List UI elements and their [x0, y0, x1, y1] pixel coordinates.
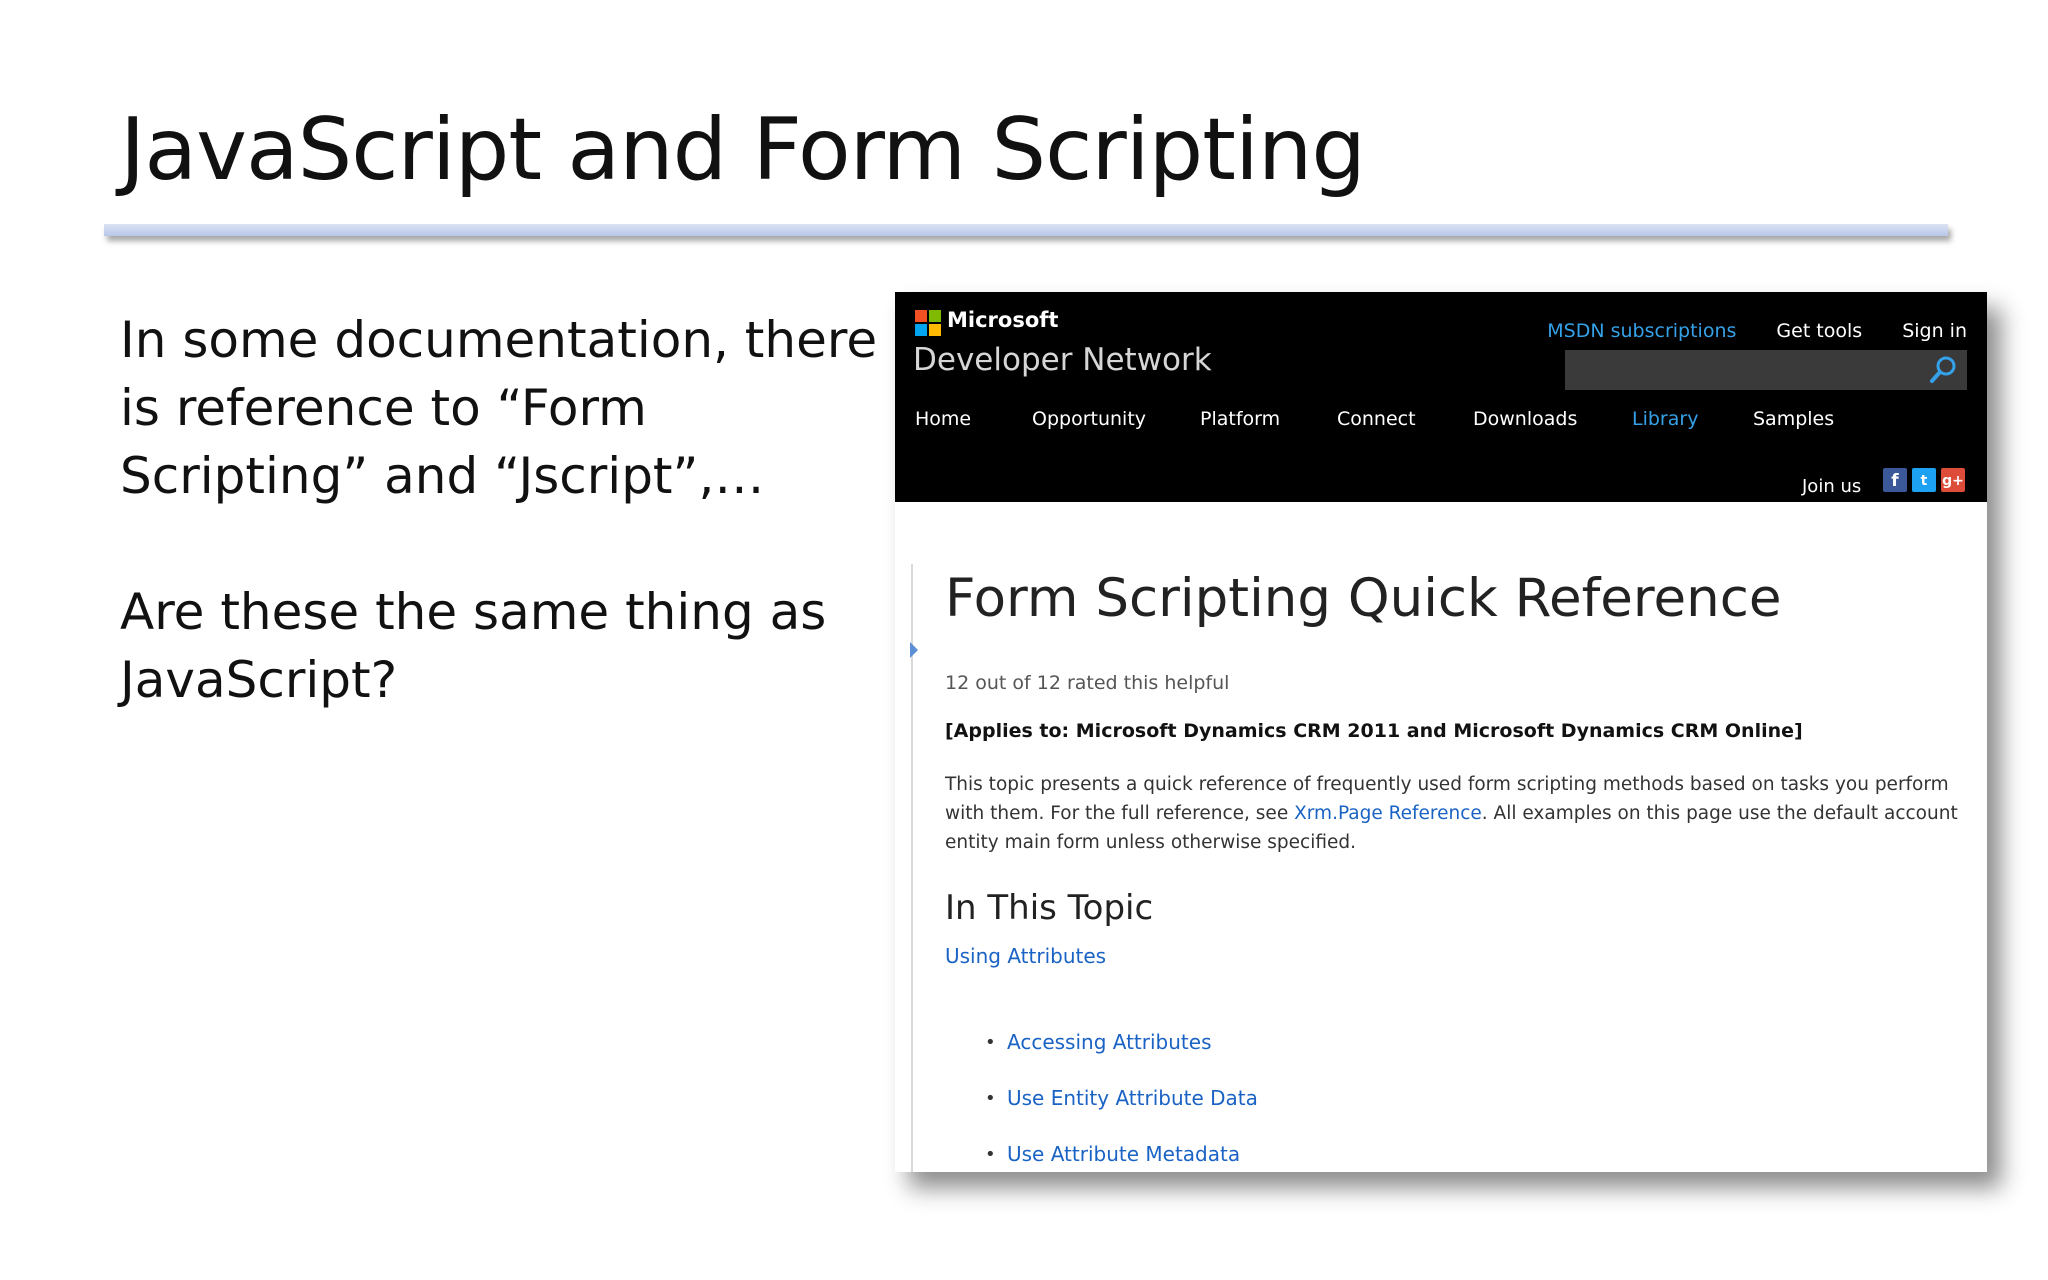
get-tools-link[interactable]: Get tools — [1776, 320, 1862, 342]
nav-platform[interactable]: Platform — [1200, 408, 1280, 430]
main-nav: Home Opportunity Platform Connect Downlo… — [895, 408, 1987, 438]
microsoft-logo-icon — [915, 310, 941, 336]
in-this-topic-heading: In This Topic — [945, 888, 1154, 928]
title-underline — [104, 224, 1948, 236]
use-entity-attribute-data-link[interactable]: Use Entity Attribute Data — [1007, 1086, 1258, 1110]
search-input[interactable] — [1565, 350, 1967, 390]
twitter-icon[interactable]: t — [1912, 468, 1936, 492]
list-item: • Use Attribute Metadata — [985, 1126, 1258, 1172]
list-item: • Accessing Attributes — [985, 1014, 1258, 1070]
join-us-label: Join us — [1802, 476, 1862, 497]
google-plus-icon[interactable]: g+ — [1941, 468, 1965, 492]
facebook-icon[interactable]: f — [1883, 468, 1907, 492]
msdn-header: Microsoft Developer Network MSDN subscri… — [895, 292, 1987, 502]
nav-home[interactable]: Home — [915, 408, 971, 430]
slide-title: JavaScript and Form Scripting — [120, 100, 1366, 200]
nav-samples[interactable]: Samples — [1753, 408, 1834, 430]
article-title: Form Scripting Quick Reference — [945, 568, 1782, 629]
slide-paragraph-2: Are these the same thing as JavaScript? — [120, 583, 827, 709]
msdn-screenshot: Microsoft Developer Network MSDN subscri… — [895, 292, 1987, 1172]
using-attributes-link[interactable]: Using Attributes — [945, 944, 1106, 968]
helpful-rating: 12 out of 12 rated this helpful — [945, 672, 1230, 694]
bullet-icon: • — [985, 1087, 996, 1109]
search-icon[interactable] — [1927, 354, 1959, 386]
accessing-attributes-link[interactable]: Accessing Attributes — [1007, 1030, 1211, 1054]
sub-topic-list: • Accessing Attributes • Use Entity Attrib… — [985, 1014, 1258, 1172]
bullet-icon: • — [985, 1031, 996, 1053]
top-links: MSDN subscriptions Get tools Sign in — [1547, 320, 1967, 342]
sign-in-link[interactable]: Sign in — [1902, 320, 1967, 342]
xrm-page-reference-link[interactable]: Xrm.Page Reference — [1294, 803, 1482, 824]
intro-paragraph: This topic presents a quick reference of… — [945, 770, 1975, 857]
microsoft-brand[interactable]: Microsoft — [947, 308, 1058, 332]
nav-downloads[interactable]: Downloads — [1473, 408, 1577, 430]
msdn-subscriptions-link[interactable]: MSDN subscriptions — [1547, 320, 1736, 342]
developer-network-title[interactable]: Developer Network — [913, 342, 1212, 378]
use-attribute-metadata-link[interactable]: Use Attribute Metadata — [1007, 1142, 1240, 1166]
nav-opportunity[interactable]: Opportunity — [1032, 408, 1146, 430]
slide-paragraph-1: In some documentation, there is referenc… — [120, 311, 878, 505]
list-item: • Use Entity Attribute Data — [985, 1070, 1258, 1126]
expand-toc-icon[interactable] — [910, 642, 918, 658]
nav-library[interactable]: Library — [1632, 408, 1698, 430]
applies-to: [Applies to: Microsoft Dynamics CRM 2011… — [945, 720, 1803, 742]
nav-connect[interactable]: Connect — [1337, 408, 1416, 430]
bullet-icon: • — [985, 1143, 996, 1165]
